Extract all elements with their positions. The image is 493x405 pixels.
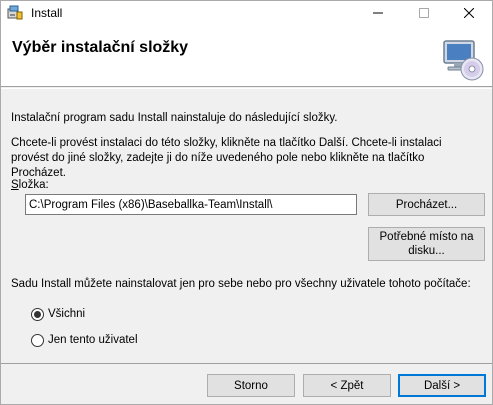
page-title: Výběr instalační složky	[12, 39, 189, 56]
maximize-icon	[419, 8, 429, 18]
minimize-button[interactable]	[355, 1, 401, 25]
radio-me-label: Jen tento uživatel	[48, 334, 138, 346]
instructions-text: Chcete-li provést instalaci do této slož…	[11, 137, 442, 179]
footer-divider	[1, 363, 492, 364]
folder-path-input[interactable]	[25, 194, 357, 215]
folder-label-text: ložka:	[18, 179, 49, 191]
next-button[interactable]: Další >	[398, 374, 486, 397]
disk-space-button[interactable]: Potřebné místo na disku...	[368, 227, 485, 261]
browse-button[interactable]: Procházet...	[368, 193, 485, 216]
cancel-button[interactable]: Storno	[207, 374, 295, 397]
folder-label-accelerator: S	[11, 179, 19, 191]
minimize-icon	[373, 12, 383, 14]
computer-cd-icon	[443, 40, 484, 81]
folder-label: Složka:	[11, 178, 49, 193]
radio-all-users[interactable]: Všichni	[31, 306, 85, 322]
window-title: Install	[31, 6, 63, 20]
users-question: Sadu Install můžete nainstalovat jen pro…	[11, 278, 471, 290]
back-button[interactable]: < Zpět	[303, 374, 391, 397]
installer-window: Install Výběr instalační složky Instalač…	[0, 0, 493, 405]
close-button[interactable]	[446, 1, 492, 25]
radio-all-indicator[interactable]	[31, 307, 44, 321]
radio-me-indicator[interactable]	[31, 333, 44, 347]
intro-text: Instalační program sadu Install nainstal…	[11, 112, 338, 124]
title-bar[interactable]: Install	[1, 1, 492, 25]
maximize-button[interactable]	[401, 1, 447, 25]
radio-all-label: Všichni	[48, 308, 86, 320]
close-icon	[464, 8, 474, 18]
header-divider	[1, 88, 492, 89]
radio-current-user[interactable]: Jen tento uživatel	[31, 332, 138, 348]
installer-icon	[7, 5, 23, 20]
wizard-header: Výběr instalační složky	[1, 25, 492, 87]
